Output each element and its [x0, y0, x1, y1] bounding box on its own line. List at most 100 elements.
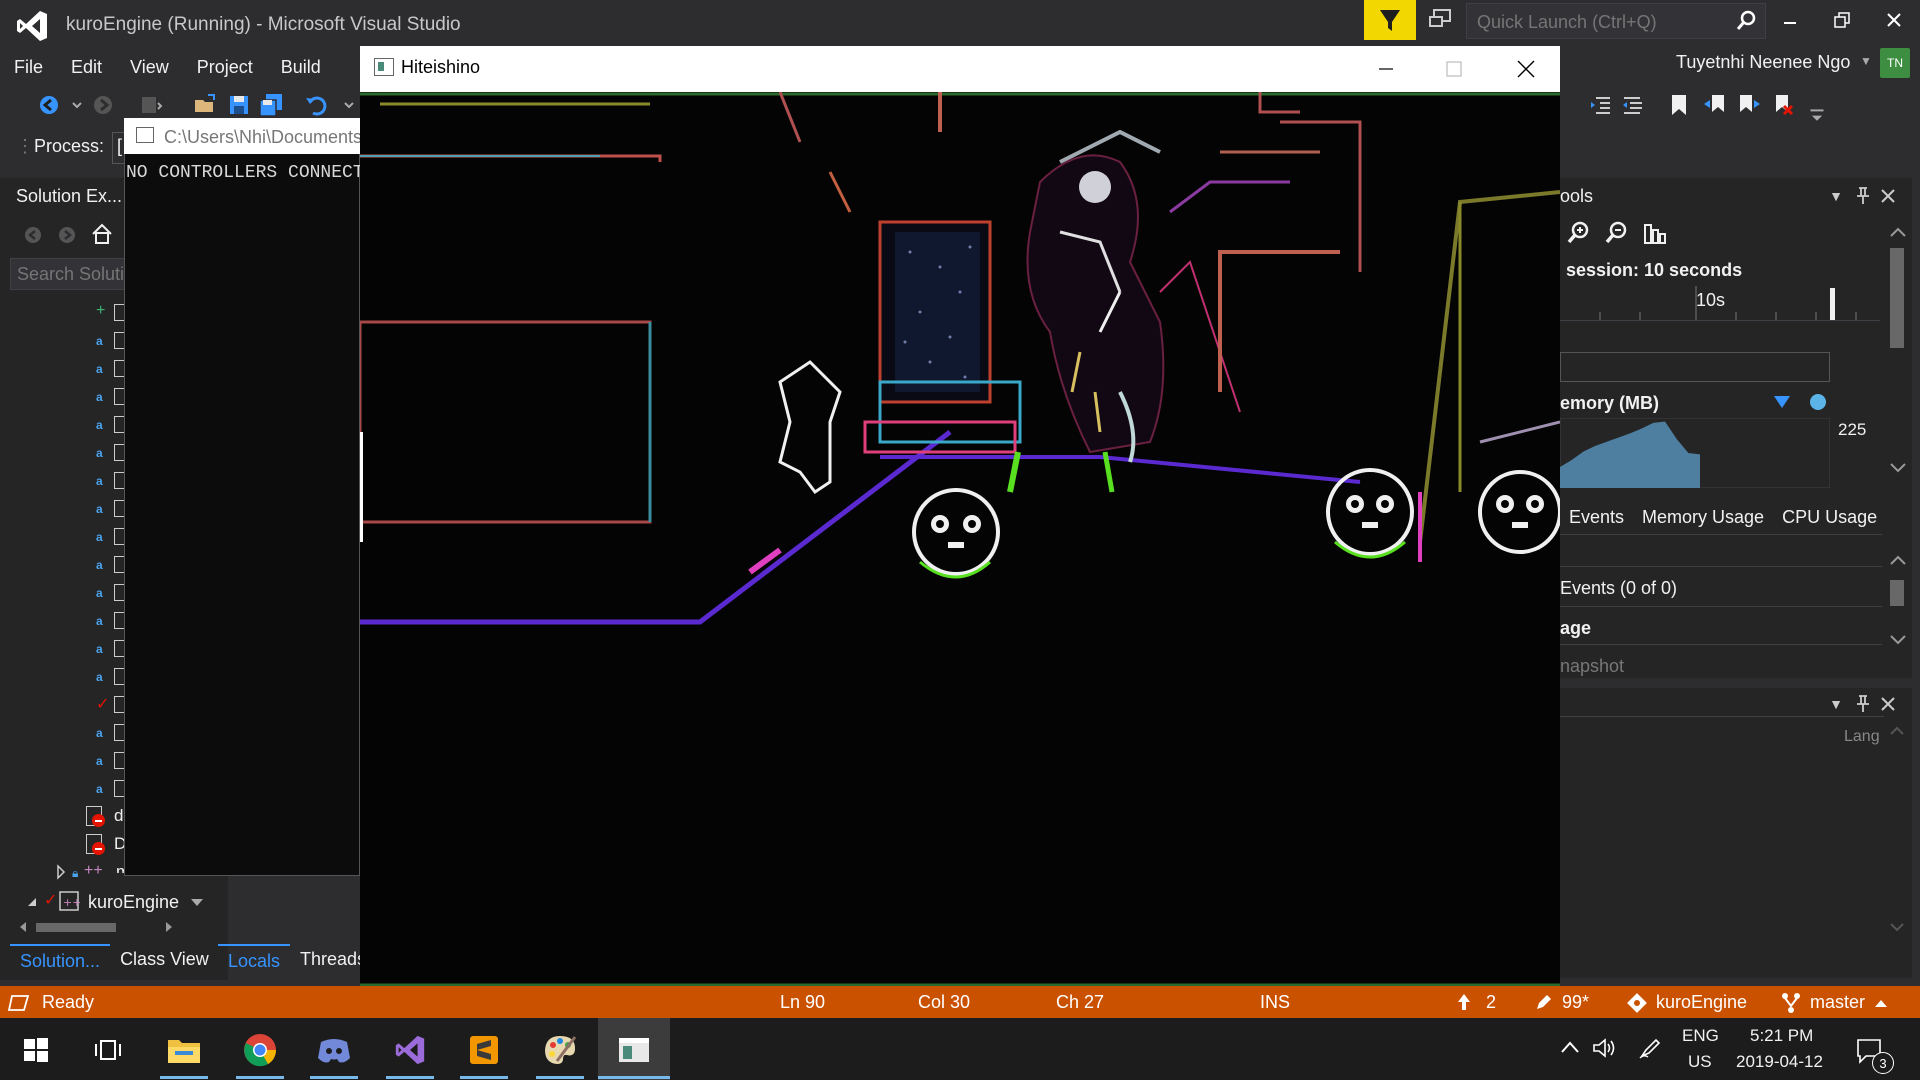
close-button[interactable] — [1868, 0, 1920, 40]
tab-memory-usage[interactable]: Memory Usage — [1633, 502, 1773, 532]
scroll-up-icon[interactable] — [1890, 726, 1904, 736]
list-item[interactable]: a — [96, 638, 126, 660]
back-icon[interactable] — [22, 224, 44, 246]
clock-time[interactable]: 5:21 PM — [1750, 1026, 1813, 1046]
avatar[interactable]: TN — [1880, 48, 1910, 78]
list-item[interactable]: a — [96, 554, 126, 576]
list-item[interactable]: ✓ — [96, 694, 126, 716]
feedback-filter-button[interactable] — [1364, 0, 1416, 40]
taskbar-file-explorer[interactable] — [160, 1026, 208, 1079]
events-track[interactable] — [1560, 352, 1830, 382]
unpushed-commits-count[interactable]: 2 — [1486, 992, 1496, 1013]
game-viewport[interactable] — [360, 92, 1560, 988]
list-item[interactable]: + — [96, 302, 126, 324]
arrow-up-icon[interactable] — [1456, 992, 1472, 1012]
list-item[interactable]: d — [86, 806, 126, 832]
undo-icon[interactable] — [304, 92, 330, 118]
user-name[interactable]: Tuyetnhi Neenee Ngo — [1676, 52, 1850, 73]
outdent-icon[interactable] — [1588, 92, 1614, 118]
back-icon[interactable] — [36, 92, 62, 118]
quick-launch-box[interactable] — [1466, 3, 1766, 40]
game-maximize-button[interactable] — [1420, 46, 1488, 92]
tab-cpu-usage[interactable]: CPU Usage — [1773, 502, 1886, 532]
game-close-button[interactable] — [1492, 46, 1560, 92]
indent-icon[interactable] — [1620, 92, 1646, 118]
pencil-icon[interactable] — [1534, 992, 1552, 1012]
close-icon[interactable] — [1880, 188, 1896, 204]
chevron-down-icon[interactable]: ▼ — [1860, 54, 1872, 68]
taskbar-game-app[interactable] — [598, 1026, 670, 1079]
chevron-down-icon[interactable] — [336, 92, 362, 118]
take-snapshot-link[interactable]: napshot — [1560, 656, 1624, 677]
taskbar-sublime-text[interactable] — [460, 1026, 508, 1079]
branch-name[interactable]: master — [1810, 992, 1865, 1013]
solution-configurations-icon[interactable] — [138, 92, 164, 118]
scroll-up-icon[interactable] — [1890, 554, 1906, 566]
list-item[interactable]: a — [96, 778, 126, 800]
menu-view[interactable]: View — [116, 52, 183, 82]
list-item[interactable]: a — [96, 610, 126, 632]
start-button[interactable] — [12, 1026, 60, 1074]
vertical-scrollbar[interactable] — [1884, 548, 1912, 676]
scroll-up-icon[interactable] — [1890, 226, 1906, 238]
menu-project[interactable]: Project — [183, 52, 267, 82]
list-item[interactable]: a — [96, 722, 126, 744]
bookmark-icon[interactable] — [1666, 92, 1692, 118]
forward-icon[interactable] — [56, 224, 78, 246]
chevron-down-icon[interactable] — [64, 92, 90, 118]
list-item[interactable]: a — [96, 498, 126, 520]
list-item[interactable]: a — [96, 386, 126, 408]
list-item[interactable]: a — [96, 358, 126, 380]
menu-edit[interactable]: Edit — [57, 52, 116, 82]
quick-launch-input[interactable] — [1467, 4, 1729, 40]
tab-solution-explorer[interactable]: Solution... — [10, 944, 111, 974]
menu-file[interactable]: File — [0, 52, 57, 82]
next-bookmark-icon[interactable] — [1736, 92, 1762, 118]
scrollbar-thumb[interactable] — [1890, 248, 1904, 348]
restore-button[interactable] — [1816, 0, 1868, 40]
scroll-down-icon[interactable] — [1890, 634, 1906, 646]
git-branch-icon[interactable] — [1780, 992, 1802, 1014]
chevron-up-icon[interactable] — [1874, 998, 1888, 1008]
save-all-icon[interactable] — [258, 92, 284, 118]
tab-locals[interactable]: Locals — [218, 944, 291, 974]
pin-icon[interactable] — [1854, 694, 1872, 714]
taskbar-chrome[interactable] — [236, 1026, 284, 1079]
timeline-marker[interactable] — [1830, 288, 1835, 320]
menu-build[interactable]: Build — [267, 52, 335, 82]
save-icon[interactable] — [226, 92, 252, 118]
tab-events[interactable]: Events — [1560, 502, 1633, 532]
output-icon[interactable] — [8, 994, 30, 1012]
pending-changes-count[interactable]: 99* — [1562, 992, 1589, 1013]
chevron-down-icon[interactable]: ▼ — [1826, 186, 1846, 206]
scrollbar-thumb[interactable] — [1890, 580, 1904, 606]
clear-bookmarks-icon[interactable] — [1770, 92, 1796, 118]
clock-date[interactable]: 2019-04-12 — [1736, 1052, 1823, 1072]
toolbar-overflow-icon[interactable] — [1804, 100, 1830, 126]
chevron-down-icon[interactable]: ▼ — [1826, 694, 1846, 714]
scroll-down-icon[interactable] — [1890, 462, 1906, 474]
chevron-down-icon[interactable] — [190, 898, 204, 908]
pen-ink-icon[interactable] — [1638, 1036, 1662, 1060]
input-language[interactable]: ENG — [1682, 1026, 1719, 1046]
input-region[interactable]: US — [1688, 1052, 1712, 1072]
minimize-button[interactable] — [1764, 0, 1816, 40]
taskbar-paint[interactable] — [536, 1026, 584, 1079]
send-feedback-button[interactable] — [1418, 0, 1466, 40]
repository-name[interactable]: kuroEngine — [1656, 992, 1747, 1013]
list-item[interactable]: a — [96, 526, 126, 548]
zoom-in-icon[interactable] — [1566, 220, 1592, 246]
column-header-lang[interactable]: Lang — [1844, 728, 1880, 746]
home-icon[interactable] — [90, 222, 114, 246]
pin-icon[interactable] — [1854, 186, 1872, 206]
list-item[interactable]: a — [96, 750, 126, 772]
list-item[interactable]: a — [96, 330, 126, 352]
close-icon[interactable] — [1880, 696, 1896, 712]
zoom-out-icon[interactable] — [1604, 220, 1630, 246]
volume-icon[interactable] — [1592, 1038, 1616, 1058]
previous-bookmark-icon[interactable] — [1702, 92, 1728, 118]
reset-view-icon[interactable] — [1642, 220, 1668, 246]
list-item[interactable]: a — [96, 414, 126, 436]
taskbar-discord[interactable] — [310, 1026, 358, 1079]
scroll-left-icon[interactable] — [18, 921, 28, 933]
